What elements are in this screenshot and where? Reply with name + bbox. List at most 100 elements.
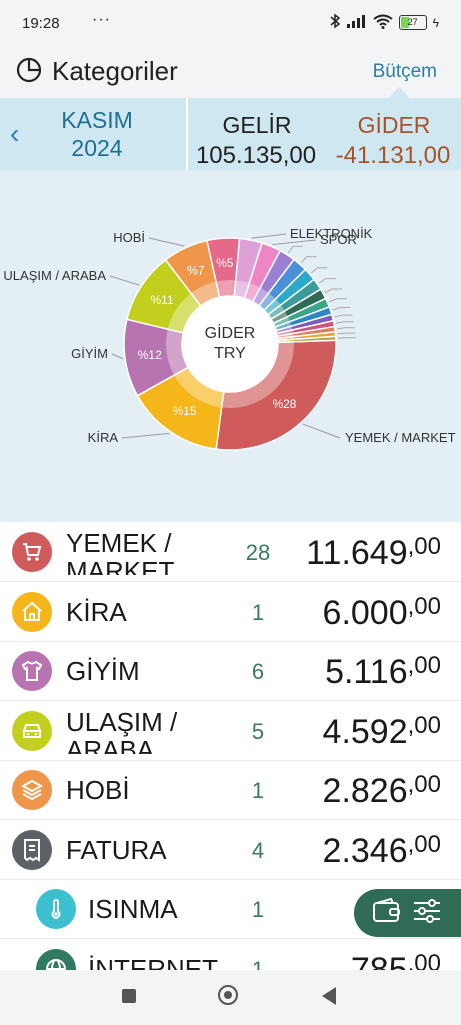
slice-category-label: SPOR [320, 232, 357, 247]
slice-category-label: YEMEK / MARKET [345, 430, 456, 445]
month-name: KASIM [61, 107, 133, 133]
leader-line [329, 298, 347, 303]
amount-integer: 785 [350, 950, 408, 971]
category-amount: 4.592,00 [323, 711, 441, 752]
system-nav-bar [0, 970, 461, 1025]
amount-decimal: ,00 [407, 771, 441, 798]
slice-percent-label: %11 [151, 293, 174, 307]
notification-dots: ··· [92, 11, 111, 28]
expense-donut-chart[interactable]: GİDER TRY %28 %15 %12 %11 %7 %5 YEMEK / MARKET Kİ… [0, 170, 461, 522]
amount-decimal: ,00 [407, 652, 441, 679]
cart-icon [12, 532, 52, 572]
wifi-icon [373, 14, 393, 32]
category-amount: 6.000,00 [322, 592, 441, 633]
receipt-icon [12, 829, 52, 870]
home-button[interactable] [218, 985, 238, 1005]
leader-line [318, 278, 336, 284]
leader-line [336, 327, 355, 330]
leader-line [287, 245, 303, 254]
slice-percent-label: %7 [187, 264, 205, 278]
expense-chart-area: GİDER TRY %28 %15 %12 %11 %7 %5 YEMEK / MARKET Kİ… [0, 170, 461, 522]
category-name: HOBİ [66, 776, 130, 805]
category-amount: 2.346,00 [322, 830, 441, 871]
leader-line [332, 306, 351, 311]
slice-percent-label: %28 [272, 397, 296, 411]
category-amount: 5.116,00 [325, 652, 441, 692]
amount-integer: 2.826 [322, 772, 408, 810]
donut-hole [182, 296, 278, 392]
bluetooth-icon [329, 13, 341, 32]
month-year: 2024 [71, 135, 123, 161]
sliders-icon [412, 898, 442, 929]
category-name: ISINMA [88, 895, 178, 924]
amount-integer: 6.000 [322, 593, 408, 632]
shirt-icon [12, 651, 52, 691]
slice-percent-label: %5 [216, 256, 234, 270]
budget-link[interactable]: Bütçem [373, 61, 437, 83]
leader-line [302, 423, 341, 439]
category-name: KİRA [66, 597, 127, 627]
category-row[interactable]: GİYİM 6 5.116,00 [0, 641, 461, 701]
category-row[interactable]: İNTERNET 1 785,00 [0, 939, 461, 971]
amount-decimal: ,00 [407, 830, 441, 858]
thermometer-icon [36, 889, 76, 929]
leader-line [251, 233, 287, 239]
slice-percent-label: %15 [173, 404, 197, 418]
recents-button[interactable] [122, 989, 136, 1003]
globe-icon [36, 948, 76, 970]
clock: 19:28 [22, 15, 60, 32]
category-amount: 785,00 [350, 949, 441, 971]
leader-line [335, 321, 354, 324]
month-selector[interactable]: KASIM 2024 [36, 106, 158, 162]
back-button[interactable] [322, 987, 336, 1005]
transaction-count: 6 [251, 659, 265, 684]
transaction-count: 28 [245, 540, 271, 565]
leader-line [337, 332, 356, 335]
category-row[interactable]: KİRA 1 6.000,00 [0, 582, 461, 642]
leader-line [311, 267, 328, 274]
transaction-count: 5 [251, 718, 265, 744]
slice-percent-label: %12 [138, 348, 162, 362]
category-amount: 2.826,00 [322, 771, 441, 811]
chart-center-label: TRY [214, 345, 246, 362]
battery-icon: 27 [398, 15, 427, 30]
wallet-icon [372, 897, 402, 929]
chart-center-label: GİDER [205, 323, 256, 342]
category-row[interactable]: YEMEK / MARKET 28 11.649,00 [0, 522, 461, 582]
leader-line [324, 288, 343, 294]
pie-chart-icon [15, 56, 43, 89]
signal-icon [346, 14, 367, 31]
wallet-filter-button[interactable] [354, 889, 461, 937]
category-row[interactable]: ULAŞIM / ARABA 5 4.592,00 [0, 701, 461, 761]
category-name: İNTERNET [88, 954, 218, 971]
category-row[interactable]: FATURA 4 2.346,00 [0, 820, 461, 880]
amount-decimal: ,00 [407, 949, 441, 971]
slice-category-label: ULAŞIM / ARABA [3, 268, 106, 283]
category-name: ULAŞIM / ARABA [66, 707, 178, 754]
car-icon [12, 710, 52, 751]
chevron-left-icon[interactable]: ‹ [10, 118, 19, 150]
leader-line [334, 314, 353, 318]
app-bar: Kategoriler Bütçem [0, 46, 461, 98]
category-row[interactable]: HOBİ 1 2.826,00 [0, 760, 461, 820]
amount-decimal: ,00 [407, 711, 441, 739]
leader-line [109, 275, 140, 286]
income-label: GELİR [222, 112, 292, 138]
leader-line [148, 237, 185, 247]
expense-value: -41.131,00 [335, 142, 451, 169]
battery-level: 27 [407, 17, 418, 27]
status-bar: 19:28 ··· 27 ϟ [0, 0, 461, 46]
leader-line [111, 353, 124, 360]
amount-integer: 5.116 [325, 653, 408, 691]
amount-decimal: ,00 [407, 533, 441, 560]
transaction-count: 1 [251, 599, 265, 625]
slice-category-label: HOBİ [113, 230, 145, 245]
house-icon [12, 591, 52, 632]
amount-integer: 2.346 [322, 831, 408, 870]
amount-decimal: ,00 [407, 592, 441, 620]
expense-label: GİDER [357, 112, 431, 138]
transaction-count: 1 [251, 956, 265, 971]
page-title: Kategoriler [52, 56, 178, 86]
amount-integer: 11.649 [306, 534, 408, 572]
layers-icon [12, 770, 52, 810]
